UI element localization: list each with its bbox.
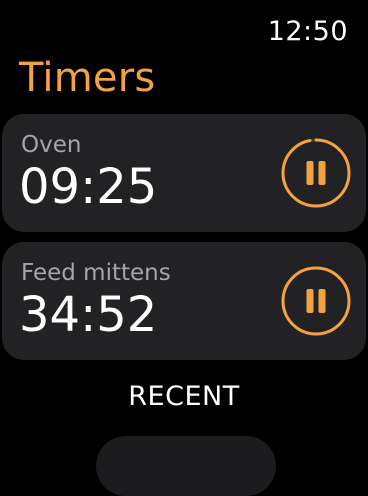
timer-label: Feed mittens (21, 260, 171, 286)
pause-icon (306, 161, 326, 185)
page-title: Timers (19, 55, 156, 101)
timer-card-oven[interactable]: Oven 09:25 (2, 114, 366, 232)
pause-button[interactable] (280, 265, 352, 337)
status-time: 12:50 (267, 16, 348, 47)
timer-remaining: 34:52 (19, 287, 158, 343)
timer-remaining: 09:25 (19, 159, 158, 215)
progress-ring (281, 266, 351, 336)
pause-button[interactable] (280, 137, 352, 209)
recent-timer-button[interactable] (96, 436, 276, 496)
timer-card-feed-mittens[interactable]: Feed mittens 34:52 (2, 242, 366, 360)
recent-section-heading: RECENT (128, 381, 240, 412)
timer-label: Oven (21, 132, 82, 158)
progress-ring (281, 138, 351, 208)
pause-icon (306, 289, 326, 313)
